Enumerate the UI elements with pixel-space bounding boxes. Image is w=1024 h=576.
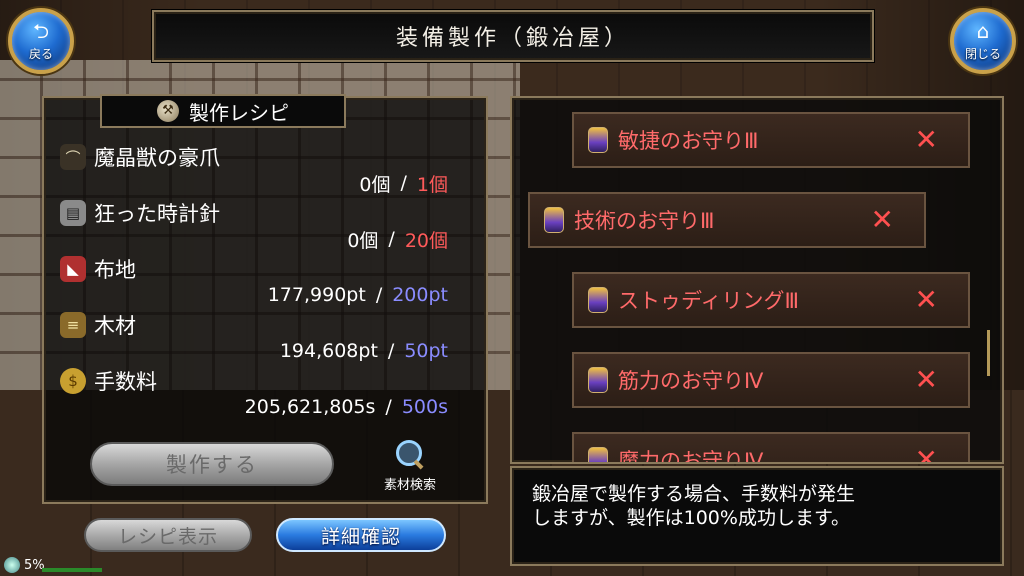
recipe-panel-title: 製作レシピ	[189, 100, 289, 125]
recipe-item-name: 筋力のお守りⅣ	[618, 369, 764, 393]
clock-hand-icon: ▤	[60, 200, 86, 226]
recipe-item[interactable]: 敏捷のお守りⅢ ✕	[572, 112, 970, 168]
material-count: 0個 / 1個	[359, 168, 448, 198]
material-row-wood: ≡ 木材	[60, 310, 136, 340]
magnifier-icon	[394, 438, 426, 470]
separator: /	[388, 228, 395, 250]
detail-check-label: 詳細確認	[320, 525, 401, 548]
message-line: しますが、製作は100%成功します。	[532, 507, 851, 529]
recipe-item-selected[interactable]: 技術のお守りⅢ ✕	[528, 192, 926, 248]
recipe-item[interactable]: 魔力のお守りⅣ ✕	[572, 432, 970, 464]
recipe-list-panel: 敏捷のお守りⅢ ✕ 技術のお守りⅢ ✕ ストゥディリングⅢ ✕ 筋力のお守りⅣ …	[510, 96, 1004, 464]
recipe-item[interactable]: ストゥディリングⅢ ✕	[572, 272, 970, 328]
recipe-item-name: 魔力のお守りⅣ	[618, 449, 764, 464]
status-bar	[42, 568, 102, 572]
charm-icon	[544, 207, 564, 233]
separator: /	[375, 284, 383, 306]
back-arrow-icon: ⮌	[32, 18, 50, 43]
cross-icon: ✕	[914, 123, 938, 156]
cross-icon: ✕	[914, 363, 938, 396]
close-label: 閉じる	[964, 46, 1001, 61]
material-row-cloth: ◣ 布地	[60, 254, 136, 284]
material-need: 500s	[401, 396, 448, 418]
recipe-item-name: ストゥディリングⅢ	[618, 289, 800, 313]
material-need: 200pt	[392, 284, 448, 306]
separator: /	[385, 396, 392, 418]
material-row-claw: ⌒ 魔晶獣の豪爪	[60, 142, 220, 172]
back-button[interactable]: ⮌ 戻る	[8, 8, 74, 74]
material-need: 1個	[416, 173, 448, 196]
material-count: 0個 / 20個	[347, 224, 448, 254]
material-need: 20個	[404, 229, 448, 252]
recipe-item[interactable]: 筋力のお守りⅣ ✕	[572, 352, 970, 408]
material-have: 0個	[347, 229, 379, 252]
material-name: 手数料	[94, 370, 157, 394]
charm-icon	[588, 367, 608, 393]
separator: /	[387, 340, 395, 362]
material-have: 177,990pt	[267, 284, 366, 306]
cloth-icon: ◣	[60, 256, 86, 282]
message-line: 鍛冶屋で製作する場合、手数料が発生	[532, 483, 856, 505]
material-have: 205,621,805s	[244, 396, 376, 418]
recipe-panel-header: ⚒ 製作レシピ	[100, 94, 346, 128]
material-row-clock-hand: ▤ 狂った時計針	[60, 198, 220, 228]
craft-button[interactable]: 製作する	[90, 442, 334, 486]
title-bar: 装備製作（鍛冶屋）	[152, 10, 874, 62]
craft-button-label: 製作する	[166, 453, 258, 477]
charm-icon	[588, 447, 608, 462]
message-box: 鍛冶屋で製作する場合、手数料が発生 しますが、製作は100%成功します。	[510, 466, 1004, 566]
cross-icon: ✕	[914, 283, 938, 316]
material-name: 布地	[94, 258, 136, 282]
charm-icon	[588, 127, 608, 153]
search-material-button[interactable]: 素材検索	[372, 438, 448, 498]
material-name: 狂った時計針	[94, 202, 220, 226]
wood-icon: ≡	[60, 312, 86, 338]
material-row-fee: $ 手数料	[60, 366, 157, 396]
material-need: 50pt	[404, 340, 448, 362]
home-icon: ⌂	[976, 18, 990, 43]
status-icon	[4, 557, 20, 573]
recipe-view-label: レシピ表示	[117, 525, 218, 548]
material-name: 木材	[94, 314, 136, 338]
cross-icon: ✕	[914, 443, 938, 464]
back-label: 戻る	[28, 46, 53, 61]
close-button[interactable]: ⌂ 閉じる	[950, 8, 1016, 74]
claw-icon: ⌒	[60, 144, 86, 170]
recipe-item-name: 技術のお守りⅢ	[574, 209, 715, 233]
separator: /	[400, 172, 407, 194]
material-count: 177,990pt / 200pt	[268, 280, 448, 310]
anvil-icon: ⚒	[157, 100, 179, 122]
material-count: 205,621,805s / 500s	[245, 392, 448, 422]
material-name: 魔晶獣の豪爪	[94, 146, 220, 170]
page-title: 装備製作（鍛冶屋）	[395, 26, 630, 51]
cross-icon: ✕	[870, 203, 894, 236]
material-count: 194,608pt / 50pt	[280, 336, 448, 366]
recipe-list-scrollbar[interactable]	[987, 330, 990, 376]
detail-check-button[interactable]: 詳細確認	[276, 518, 446, 552]
material-have: 0個	[359, 173, 391, 196]
status-indicator: 5%	[4, 556, 45, 574]
search-material-label: 素材検索	[383, 478, 436, 493]
material-have: 194,608pt	[279, 340, 378, 362]
recipe-view-button[interactable]: レシピ表示	[84, 518, 252, 552]
recipe-item-name: 敏捷のお守りⅢ	[618, 129, 759, 153]
charm-icon	[588, 287, 608, 313]
coin-icon: $	[60, 368, 86, 394]
